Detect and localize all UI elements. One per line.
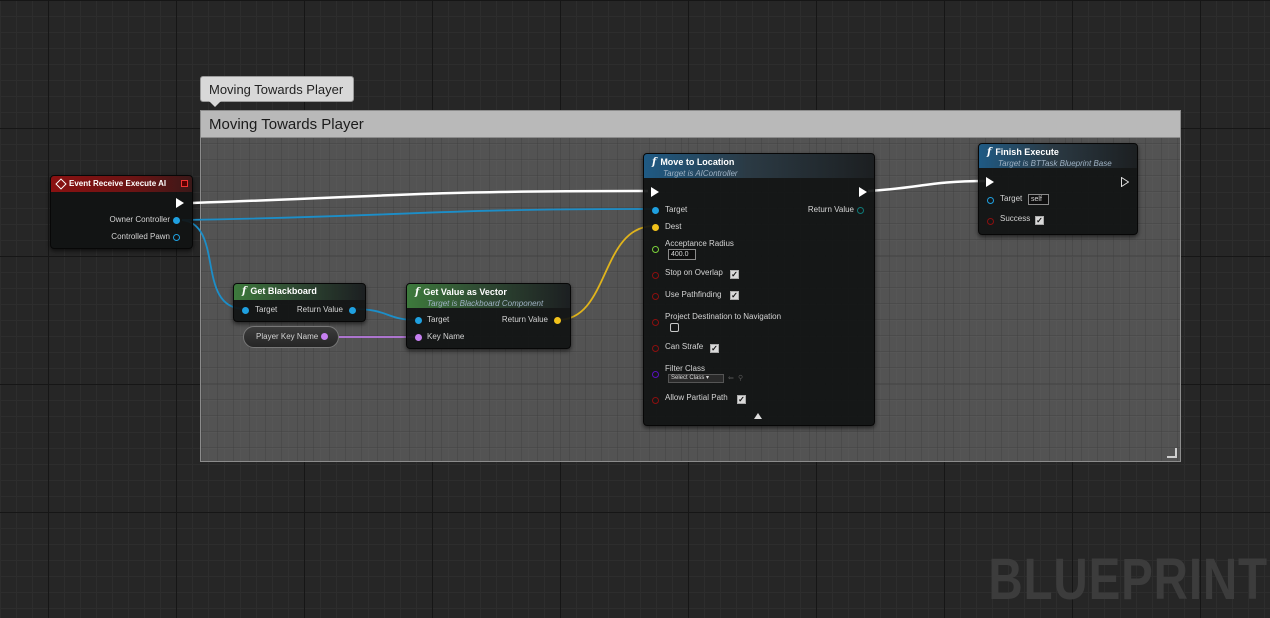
finish-subtitle: Target is BTTask Blueprint Base (998, 159, 1112, 168)
finish-success-label: Success (1000, 214, 1031, 223)
use-pathfinding-checkbox[interactable]: ✓ (730, 291, 739, 300)
move-return-pin[interactable] (857, 207, 864, 214)
get-blackboard-title: Get Blackboard (250, 286, 317, 296)
finish-target-pin[interactable] (987, 197, 994, 204)
getvalue-return-pin[interactable] (554, 317, 561, 324)
finish-target-label: Target (1000, 194, 1023, 203)
function-icon: f (652, 157, 657, 168)
finish-header[interactable]: f Finish Execute Target is BTTask Bluepri… (979, 144, 1137, 168)
function-icon: f (415, 287, 420, 298)
use-pathfinding-pin[interactable] (652, 293, 659, 300)
can-strafe-checkbox[interactable]: ✓ (710, 344, 719, 353)
owner-controller-pin[interactable] (173, 217, 180, 224)
finish-target-self-input[interactable]: self (1028, 194, 1049, 205)
project-destination-label: Project Destination to Navigation (665, 312, 782, 321)
can-strafe-label: Can Strafe (665, 342, 704, 351)
wire-vector-to-dest[interactable] (557, 225, 655, 321)
blackboard-return-pin[interactable] (349, 307, 356, 314)
move-to-header[interactable]: f Move to Location Target is AIController (644, 154, 874, 178)
stop-on-overlap-pin[interactable] (652, 272, 659, 279)
getvalue-target-label: Target (427, 315, 450, 324)
wire-exec-event-to-move[interactable] (191, 189, 649, 205)
stop-on-overlap-checkbox[interactable]: ✓ (730, 270, 739, 279)
filter-class-label: Filter Class (665, 364, 706, 373)
getvalue-key-label: Key Name (427, 332, 465, 341)
get-value-header[interactable]: f Get Value as Vector Target is Blackboar… (407, 284, 570, 308)
finish-execute-node[interactable]: f Finish Execute Target is BTTask Bluepri… (978, 143, 1138, 235)
stop-on-overlap-label: Stop on Overlap (665, 268, 723, 277)
get-value-subtitle: Target is Blackboard Component (427, 299, 544, 308)
filter-class-select[interactable]: Select Class ▾ (668, 374, 724, 383)
controlled-pawn-pin[interactable] (173, 234, 180, 241)
allow-partial-path-checkbox[interactable]: ✓ (737, 395, 746, 404)
getvalue-return-label: Return Value (501, 315, 548, 324)
move-dest-pin[interactable] (652, 224, 659, 231)
wires-layer (181, 179, 986, 338)
acceptance-radius-input[interactable]: 400.0 (668, 249, 696, 260)
filter-class-pin[interactable] (652, 371, 659, 378)
filter-class-select-value: Select Class (671, 375, 705, 381)
acceptance-radius-pin[interactable] (652, 246, 659, 253)
acceptance-radius-label: Acceptance Radius (665, 239, 734, 248)
move-target-label: Target (665, 205, 688, 214)
event-node-header[interactable]: Event Receive Execute AI (51, 176, 192, 192)
exec-out-arrow-icon[interactable] (176, 198, 184, 208)
move-dest-label: Dest (665, 222, 682, 231)
blackboard-return-label: Return Value (296, 305, 343, 314)
use-pathfinding-label: Use Pathfinding (665, 290, 722, 299)
function-icon: f (987, 147, 992, 158)
move-exec-out-icon[interactable] (859, 187, 867, 197)
get-blackboard-header[interactable]: f Get Blackboard (234, 284, 365, 300)
use-selected-arrow-icon[interactable]: ⇐ (728, 374, 734, 382)
getvalue-target-pin[interactable] (415, 317, 422, 324)
event-node-title: Event Receive Execute AI (69, 179, 167, 188)
event-diamond-icon (55, 178, 67, 190)
move-exec-in-icon[interactable] (651, 187, 659, 197)
finish-exec-in-icon[interactable] (986, 177, 994, 187)
getvalue-key-pin[interactable] (415, 334, 422, 341)
move-return-label: Return Value (807, 205, 854, 214)
get-blackboard-node[interactable]: f Get Blackboard Target Return Value (233, 283, 366, 322)
wire-exec-move-to-finish[interactable] (867, 179, 986, 193)
project-destination-checkbox[interactable] (670, 323, 679, 332)
move-to-subtitle: Target is AIController (663, 169, 738, 178)
move-to-location-node[interactable]: f Move to Location Target is AIController… (643, 153, 875, 426)
event-receive-execute-ai-node[interactable]: Event Receive Execute AI Owner Controlle… (50, 175, 193, 249)
blackboard-target-pin[interactable] (242, 307, 249, 314)
event-delegate-pin[interactable] (181, 180, 188, 187)
move-target-pin[interactable] (652, 207, 659, 214)
browse-search-icon[interactable]: ⚲ (738, 374, 743, 382)
finish-success-pin[interactable] (987, 218, 994, 225)
player-key-name-pin[interactable] (321, 333, 328, 340)
move-to-title: Move to Location (660, 157, 735, 167)
expand-arrow-icon[interactable] (754, 413, 762, 419)
finish-success-checkbox[interactable]: ✓ (1035, 216, 1044, 225)
blueprint-watermark: BLUEPRINT (988, 547, 1268, 612)
allow-partial-path-label: Allow Partial Path (665, 393, 728, 402)
project-destination-pin[interactable] (652, 319, 659, 326)
graph-canvas[interactable]: Moving Towards Player Moving Towards Pla… (0, 0, 1270, 618)
wire-owner-to-move-target[interactable] (181, 208, 655, 221)
finish-title: Finish Execute (995, 147, 1059, 157)
get-value-as-vector-node[interactable]: f Get Value as Vector Target is Blackboar… (406, 283, 571, 349)
can-strafe-pin[interactable] (652, 345, 659, 352)
chevron-down-icon: ▾ (704, 375, 710, 381)
player-key-name-label: Player Key Name (256, 332, 319, 341)
allow-partial-path-pin[interactable] (652, 397, 659, 404)
finish-exec-out-icon[interactable] (1121, 177, 1129, 187)
owner-controller-label: Owner Controller (109, 215, 170, 224)
player-key-name-variable[interactable]: Player Key Name (243, 326, 339, 348)
blackboard-target-label: Target (255, 305, 278, 314)
controlled-pawn-label: Controlled Pawn (111, 232, 170, 241)
get-value-title: Get Value as Vector (423, 287, 507, 297)
function-icon: f (242, 286, 247, 297)
